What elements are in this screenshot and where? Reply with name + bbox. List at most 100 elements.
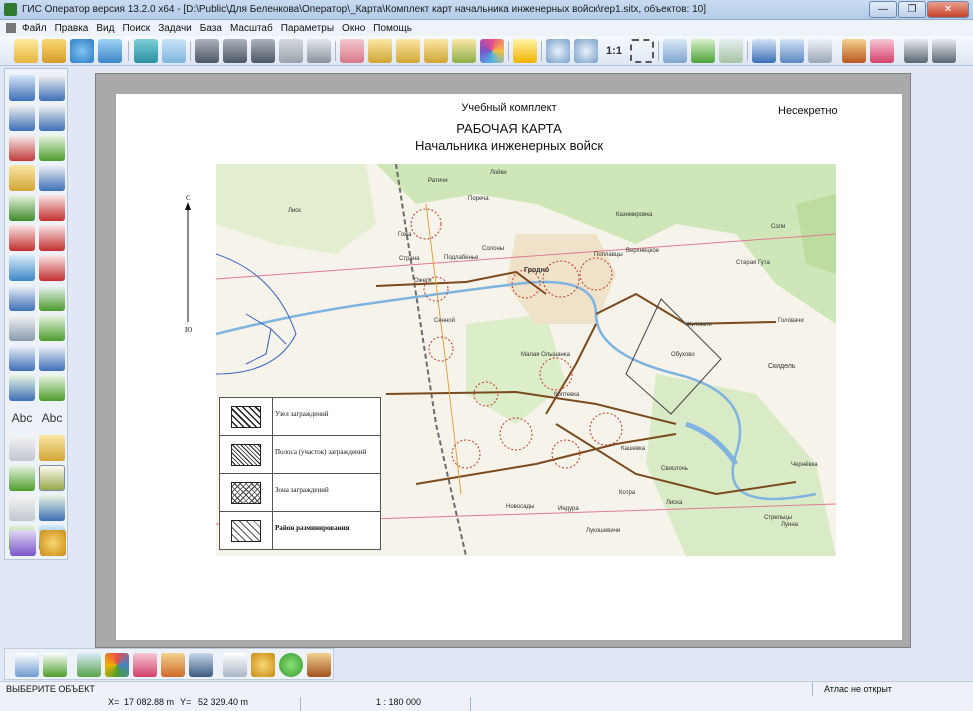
map-sheet[interactable]: Учебный комплект Несекретно РАБОЧАЯ КАРТ… bbox=[116, 94, 902, 640]
list-icon[interactable] bbox=[307, 39, 331, 63]
layers-icon[interactable] bbox=[134, 39, 158, 63]
new-sheet-icon[interactable] bbox=[15, 653, 39, 677]
binoculars-text-icon[interactable] bbox=[223, 39, 247, 63]
document-icon[interactable] bbox=[223, 653, 247, 677]
place-label: Малая Ольшанка bbox=[521, 352, 571, 358]
help-object-icon[interactable] bbox=[9, 75, 35, 101]
map-data-icon[interactable] bbox=[98, 39, 122, 63]
pointer-icon[interactable] bbox=[752, 39, 776, 63]
color-shapes-icon[interactable] bbox=[480, 39, 504, 63]
flag-icon[interactable] bbox=[9, 225, 35, 251]
zoom-in-icon[interactable] bbox=[574, 39, 598, 63]
options-gear-icon[interactable] bbox=[251, 653, 275, 677]
menu-tasks[interactable]: Задачи bbox=[158, 23, 192, 34]
menu-scale[interactable]: Масштаб bbox=[230, 23, 273, 34]
draw-check-icon[interactable] bbox=[39, 135, 65, 161]
document-menu-icon[interactable] bbox=[6, 23, 16, 33]
printer-icon[interactable] bbox=[932, 39, 956, 63]
location-pin-icon[interactable] bbox=[133, 653, 157, 677]
zoom-extent-icon[interactable] bbox=[630, 39, 654, 63]
merge-objects-icon[interactable] bbox=[39, 375, 65, 401]
snap-icon[interactable] bbox=[452, 39, 476, 63]
minimize-button[interactable]: — bbox=[869, 1, 897, 18]
help-icon[interactable] bbox=[279, 653, 303, 677]
place-label: Лиск bbox=[288, 208, 301, 214]
zoom-out-icon[interactable] bbox=[546, 39, 570, 63]
connect-points-icon[interactable] bbox=[39, 285, 65, 311]
menu-help[interactable]: Помощь bbox=[373, 23, 412, 34]
place-label: Котра bbox=[619, 490, 636, 496]
menu-database[interactable]: База bbox=[200, 23, 222, 34]
cut-icon[interactable] bbox=[9, 135, 35, 161]
flag-line-icon[interactable] bbox=[39, 255, 65, 281]
place-label: Новосады bbox=[506, 504, 534, 510]
text-rotate-icon[interactable] bbox=[9, 435, 35, 461]
place-label: Житомля bbox=[686, 322, 712, 328]
open-folder-icon[interactable] bbox=[42, 39, 66, 63]
image-stack-icon[interactable] bbox=[10, 530, 36, 556]
menu-file[interactable]: Файл bbox=[22, 23, 47, 34]
menu-window[interactable]: Окно bbox=[342, 23, 365, 34]
camera-icon[interactable] bbox=[189, 653, 213, 677]
merge-icon[interactable] bbox=[9, 375, 35, 401]
split-icon[interactable] bbox=[39, 315, 65, 341]
rotate-arrows-icon[interactable] bbox=[39, 165, 65, 191]
map-pin-icon[interactable] bbox=[870, 39, 894, 63]
select-area-icon[interactable] bbox=[340, 39, 364, 63]
draw-line-icon[interactable] bbox=[39, 75, 65, 101]
pencil-point-icon[interactable] bbox=[9, 165, 35, 191]
lightning-icon[interactable] bbox=[513, 39, 537, 63]
binoculars-icon[interactable] bbox=[195, 39, 219, 63]
arrows-right-icon[interactable] bbox=[9, 465, 35, 491]
tree-structure-icon[interactable] bbox=[39, 495, 65, 521]
globe-icon[interactable] bbox=[70, 39, 94, 63]
move-objects-icon[interactable] bbox=[9, 195, 35, 221]
palette-icon[interactable] bbox=[842, 39, 866, 63]
bottle-icon[interactable] bbox=[162, 39, 186, 63]
add-point-icon[interactable] bbox=[396, 39, 420, 63]
new-document-icon[interactable] bbox=[14, 39, 38, 63]
text-object-icon[interactable] bbox=[808, 39, 832, 63]
scissors-icon[interactable] bbox=[39, 345, 65, 371]
menu-edit[interactable]: Правка bbox=[55, 23, 89, 34]
delete-point-icon[interactable] bbox=[424, 39, 448, 63]
text-tool-2[interactable]: Abc bbox=[39, 405, 65, 431]
compass-rose-icon[interactable] bbox=[105, 653, 129, 677]
window-title: ГИС Оператор версия 13.2.0 x64 - [D:\Pub… bbox=[22, 4, 707, 15]
settings-gear-icon[interactable] bbox=[40, 530, 66, 556]
list-edit-icon[interactable] bbox=[9, 105, 35, 131]
menu-search[interactable]: Поиск bbox=[122, 23, 150, 34]
binoculars-next-icon[interactable] bbox=[251, 39, 275, 63]
menu-parameters[interactable]: Параметры bbox=[281, 23, 334, 34]
left-tool-palette: Abc Abc bbox=[4, 68, 68, 560]
place-label: Ратичи bbox=[428, 178, 448, 184]
import-icon[interactable] bbox=[43, 653, 67, 677]
text-place-icon[interactable] bbox=[39, 435, 65, 461]
select-contour-icon[interactable] bbox=[39, 465, 65, 491]
cross-point-icon[interactable] bbox=[9, 345, 35, 371]
back-arrow-icon[interactable] bbox=[719, 39, 743, 63]
window-icon[interactable] bbox=[663, 39, 687, 63]
search-point-icon[interactable] bbox=[9, 495, 35, 521]
delete-object-icon[interactable] bbox=[39, 195, 65, 221]
binoculars-disabled-icon[interactable] bbox=[279, 39, 303, 63]
map-view-icon[interactable] bbox=[77, 653, 101, 677]
text-tool-1[interactable]: Abc bbox=[9, 405, 35, 431]
maximize-button[interactable]: ❐ bbox=[898, 1, 926, 18]
scale-arrows-icon[interactable] bbox=[9, 255, 35, 281]
undo-shape-icon[interactable] bbox=[9, 315, 35, 341]
polyline-arrow-icon[interactable] bbox=[9, 285, 35, 311]
zoom-one-to-one-button[interactable]: 1:1 bbox=[602, 39, 626, 63]
place-label: Обухово bbox=[671, 352, 695, 358]
checkmark-icon[interactable] bbox=[691, 39, 715, 63]
object-info-icon[interactable] bbox=[780, 39, 804, 63]
map-workspace[interactable]: Учебный комплект Несекретно РАБОЧАЯ КАРТ… bbox=[95, 73, 911, 648]
flag-select-icon[interactable] bbox=[39, 225, 65, 251]
edit-point-icon[interactable] bbox=[368, 39, 392, 63]
draw-polyline-icon[interactable] bbox=[39, 105, 65, 131]
exit-door-icon[interactable] bbox=[307, 653, 331, 677]
close-button[interactable]: ✕ bbox=[927, 1, 969, 18]
frame-icon[interactable] bbox=[161, 653, 185, 677]
menu-view[interactable]: Вид bbox=[96, 23, 114, 34]
print-preview-icon[interactable] bbox=[904, 39, 928, 63]
